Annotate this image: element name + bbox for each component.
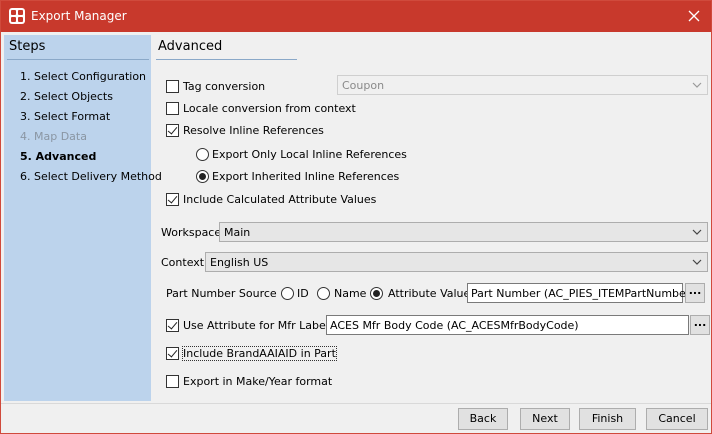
part-source-name-radio[interactable] (317, 287, 330, 300)
divider (7, 59, 149, 60)
include-calculated-checkbox[interactable] (166, 193, 179, 206)
make-year-label: Export in Make/Year format (183, 375, 333, 388)
title-bar: Export Manager (1, 1, 711, 32)
tag-conversion-select: Coupon (337, 75, 708, 95)
mfr-label-label: Use Attribute for Mfr Label (183, 319, 329, 332)
divider (156, 59, 297, 60)
part-source-attribute-label: Attribute Value (388, 287, 471, 300)
export-only-local-radio[interactable] (196, 148, 209, 161)
include-calculated-label: Include Calculated Attribute Values (183, 193, 377, 206)
part-source-id-radio[interactable] (281, 287, 294, 300)
step-select-configuration[interactable]: 1. Select Configuration (20, 70, 146, 83)
tag-conversion-label: Tag conversion (183, 80, 266, 93)
context-label: Context (161, 256, 205, 269)
make-year-checkbox[interactable] (166, 375, 179, 388)
workspace-label: Workspace (161, 226, 222, 239)
window-title: Export Manager (31, 9, 127, 23)
step-select-objects[interactable]: 2. Select Objects (20, 90, 113, 103)
export-only-local-label: Export Only Local Inline References (212, 148, 407, 161)
tag-conversion-checkbox[interactable] (166, 80, 179, 93)
step-map-data: 4. Map Data (20, 130, 87, 143)
step-select-delivery-method[interactable]: 6. Select Delivery Method (20, 170, 162, 183)
export-inherited-label: Export Inherited Inline References (212, 170, 400, 183)
finish-button[interactable]: Finish (579, 408, 636, 430)
back-button[interactable]: Back (458, 408, 508, 430)
chevron-down-icon (692, 229, 702, 235)
chevron-down-icon (692, 82, 702, 88)
part-source-attribute-radio[interactable] (370, 287, 383, 300)
steps-sidebar: Steps 1. Select Configuration 2. Select … (4, 35, 162, 401)
part-source-id-label: ID (297, 287, 309, 300)
tag-conversion-value: Coupon (342, 79, 385, 92)
cancel-button[interactable]: Cancel (646, 408, 708, 430)
close-icon[interactable] (683, 5, 705, 27)
resolve-inline-label: Resolve Inline References (183, 124, 324, 137)
export-inherited-radio[interactable] (196, 170, 209, 183)
context-select[interactable]: English US (205, 252, 708, 272)
include-brand-checkbox[interactable] (166, 347, 179, 360)
export-manager-window: Export Manager Steps 1. Select Configura… (0, 0, 712, 434)
app-logo-icon (9, 8, 25, 24)
part-number-attribute-field[interactable]: Part Number (AC_PIES_ITEMPartNumber) (467, 283, 695, 303)
step-select-format[interactable]: 3. Select Format (20, 110, 110, 123)
locale-conversion-label: Locale conversion from context (183, 102, 356, 115)
part-number-browse-button[interactable]: ... (685, 283, 705, 303)
locale-conversion-checkbox[interactable] (166, 102, 179, 115)
divider (1, 403, 711, 404)
context-value: English US (210, 256, 269, 269)
workspace-value: Main (224, 226, 251, 239)
mfr-label-browse-button[interactable]: ... (690, 315, 710, 335)
chevron-down-icon (692, 259, 702, 265)
part-number-attribute-value: Part Number (AC_PIES_ITEMPartNumber) (471, 287, 695, 300)
part-source-name-label: Name (334, 287, 367, 300)
page-title: Advanced (158, 39, 223, 54)
mfr-label-attribute-value: ACES Mfr Body Code (AC_ACESMfrBodyCode) (330, 319, 579, 332)
mfr-label-checkbox[interactable] (166, 319, 179, 332)
next-button[interactable]: Next (520, 408, 570, 430)
resolve-inline-checkbox[interactable] (166, 124, 179, 137)
workspace-select[interactable]: Main (219, 222, 708, 242)
steps-heading: Steps (9, 39, 46, 54)
step-advanced[interactable]: 5. Advanced (20, 150, 96, 163)
include-brand-label: Include BrandAAIAID in Part (182, 346, 337, 361)
part-number-source-label: Part Number Source (166, 287, 277, 300)
mfr-label-attribute-field[interactable]: ACES Mfr Body Code (AC_ACESMfrBodyCode) (326, 315, 689, 335)
